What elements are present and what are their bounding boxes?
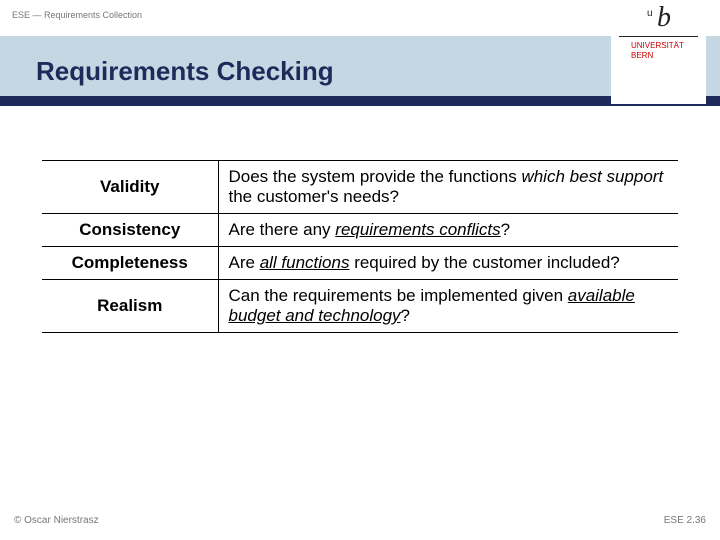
- q-post: ?: [401, 306, 410, 325]
- q-post: ?: [501, 220, 510, 239]
- table-row: Consistency Are there any requirements c…: [42, 214, 678, 247]
- q-post: required by the customer included?: [349, 253, 619, 272]
- q-em: all functions: [260, 253, 350, 272]
- footer: © Oscar Nierstrasz ESE 2.36: [14, 515, 706, 526]
- row-label: Consistency: [42, 214, 218, 247]
- logo-divider: [619, 36, 698, 37]
- row-question: Can the requirements be implemented give…: [218, 280, 678, 333]
- table-row: Validity Does the system provide the fun…: [42, 161, 678, 214]
- q-pre: Can the requirements be implemented give…: [229, 286, 568, 305]
- row-question: Are all functions required by the custom…: [218, 247, 678, 280]
- footer-left: © Oscar Nierstrasz: [14, 515, 99, 526]
- page-title: Requirements Checking: [36, 56, 334, 87]
- row-question: Does the system provide the functions wh…: [218, 161, 678, 214]
- row-label: Realism: [42, 280, 218, 333]
- footer-right: ESE 2.36: [664, 515, 706, 526]
- q-em: which best support: [521, 167, 663, 186]
- logo-text-2: BERN: [611, 51, 706, 61]
- university-logo: u b UNIVERSITÄT BERN: [611, 4, 706, 104]
- logo-letter: b: [611, 4, 706, 32]
- requirements-table: Validity Does the system provide the fun…: [42, 160, 678, 333]
- table-row: Completeness Are all functions required …: [42, 247, 678, 280]
- table-row: Realism Can the requirements be implemen…: [42, 280, 678, 333]
- row-label: Validity: [42, 161, 218, 214]
- q-post: the customer's needs?: [229, 187, 400, 206]
- q-pre: Are: [229, 253, 260, 272]
- row-question: Are there any requirements conflicts?: [218, 214, 678, 247]
- q-pre: Are there any: [229, 220, 336, 239]
- logo-superscript: u: [647, 8, 653, 19]
- q-pre: Does the system provide the functions: [229, 167, 522, 186]
- header-label: ESE — Requirements Collection: [12, 10, 142, 20]
- logo-text-1: UNIVERSITÄT: [611, 41, 706, 51]
- row-label: Completeness: [42, 247, 218, 280]
- q-em: requirements conflicts: [335, 220, 500, 239]
